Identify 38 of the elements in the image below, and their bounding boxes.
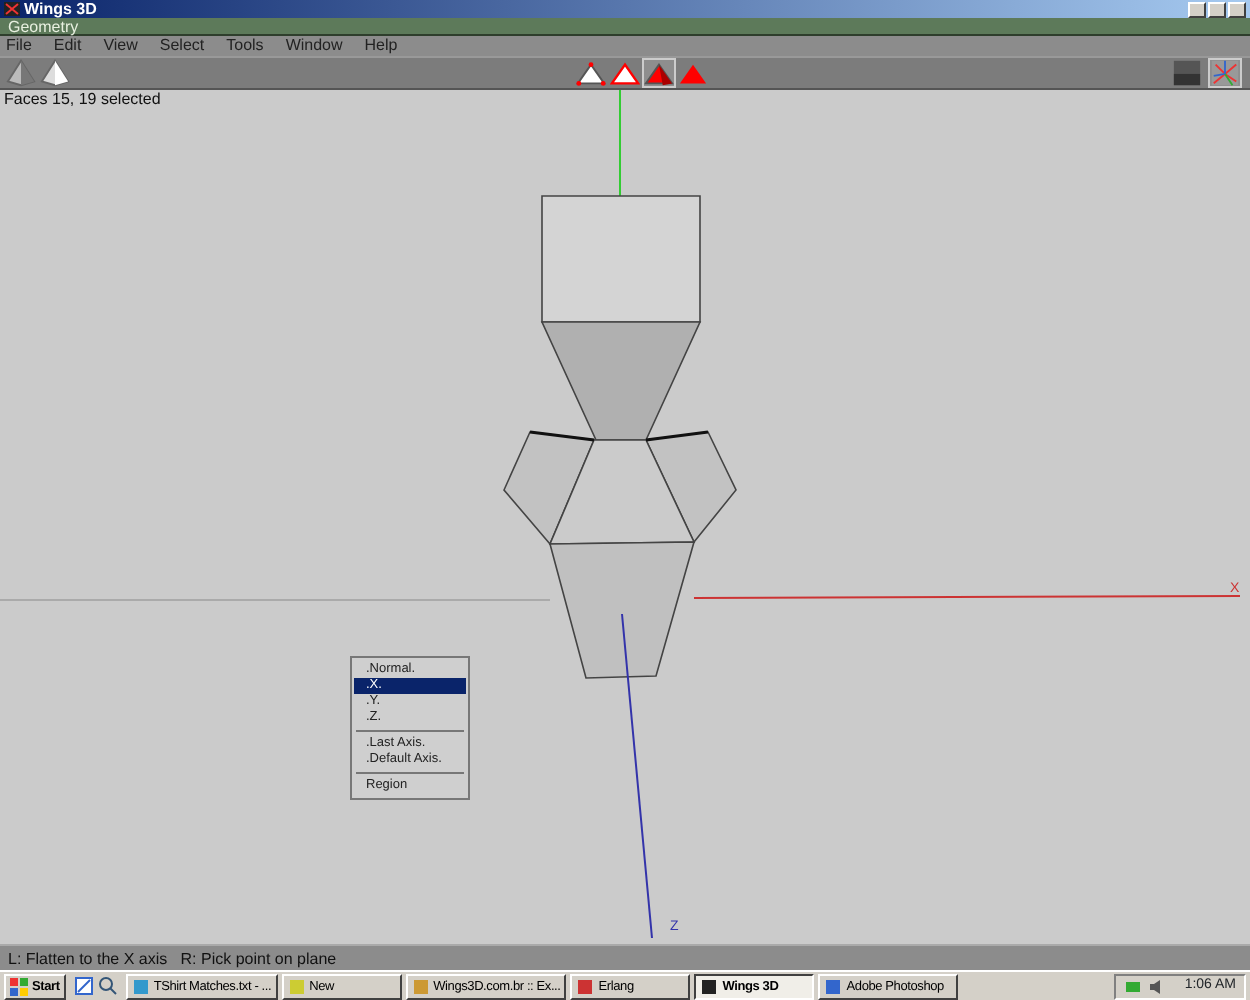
windows-logo-icon <box>10 977 28 995</box>
menu-item[interactable]: File <box>6 36 32 56</box>
menu-item[interactable]: Help <box>364 36 398 56</box>
menu-item[interactable]: Select <box>159 36 205 56</box>
view-mode-button[interactable] <box>4 58 38 88</box>
y-axis-line <box>619 90 621 197</box>
select-mode-button[interactable] <box>574 58 608 88</box>
select-mode-button[interactable] <box>608 58 642 88</box>
window-title: Wings 3D <box>24 0 97 18</box>
menu-item[interactable]: Tools <box>226 36 264 56</box>
view-mode-button[interactable] <box>38 58 72 88</box>
search-icon[interactable] <box>97 976 118 996</box>
triangle-icon <box>610 59 640 87</box>
desktop-icon[interactable] <box>73 976 94 996</box>
window-icon <box>411 977 430 995</box>
pyramid-icon <box>40 58 70 88</box>
maximize-button[interactable] <box>1208 1 1226 17</box>
window-icon <box>287 977 306 995</box>
geometry-title-bar: Geometry <box>0 18 1250 36</box>
minimize-button[interactable] <box>1188 1 1206 17</box>
menu-item[interactable]: Edit <box>53 36 82 56</box>
triangle-icon <box>576 59 606 87</box>
window-icon <box>131 977 150 995</box>
window-icon <box>824 977 843 995</box>
menu-item[interactable]: View <box>103 36 138 56</box>
menu-item[interactable]: Window <box>285 36 343 56</box>
window-icon <box>576 977 595 995</box>
app-icon <box>4 2 20 16</box>
select-mode-button[interactable] <box>642 58 676 88</box>
close-button[interactable] <box>1228 1 1246 17</box>
shading-button[interactable] <box>1208 58 1242 88</box>
shaded-square-icon <box>1172 58 1202 88</box>
selection-info: Faces 15, 19 selected <box>4 90 161 108</box>
triangle-icon <box>644 59 674 87</box>
shading-button[interactable] <box>1170 58 1204 88</box>
window-icon <box>700 977 719 995</box>
triangle-icon <box>678 59 708 87</box>
status-text: L: Flatten to the X axis R: Pick point on plane <box>0 944 1250 970</box>
